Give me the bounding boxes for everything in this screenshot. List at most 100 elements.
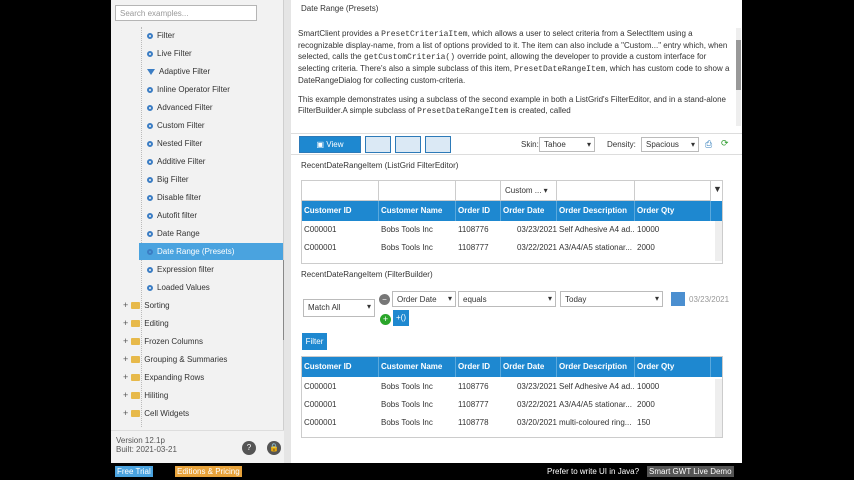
table-cell: The Finance Shop bbox=[379, 432, 456, 437]
sidebar-folder[interactable]: + Sorting bbox=[123, 297, 170, 314]
expand-icon[interactable]: + bbox=[123, 336, 128, 346]
date-hint: 03/23/2021 bbox=[689, 295, 730, 304]
splitter[interactable] bbox=[284, 0, 291, 463]
ds-source-tab[interactable] bbox=[395, 136, 421, 153]
grid-scrollbar[interactable] bbox=[715, 379, 722, 437]
filter-icon bbox=[147, 68, 155, 75]
sidebar-item[interactable]: Inline Operator Filter bbox=[147, 81, 230, 98]
example-icon bbox=[147, 266, 153, 273]
expand-icon[interactable]: + bbox=[123, 318, 128, 328]
operator-select[interactable]: equals bbox=[458, 291, 556, 307]
expand-icon[interactable]: + bbox=[123, 372, 128, 382]
sidebar-item[interactable]: Loaded Values bbox=[147, 279, 210, 296]
expand-icon[interactable]: + bbox=[123, 390, 128, 400]
table-cell: 1108776 bbox=[458, 225, 489, 234]
search-input[interactable]: Search examples... bbox=[115, 5, 257, 21]
table-cell: Bobs Tools Inc bbox=[381, 243, 433, 252]
smart-gwt-link[interactable]: Smart GWT Live Demo bbox=[647, 466, 734, 477]
filter-editor-grid: Custom ... ▾ ▼ Customer ID Customer Name O… bbox=[301, 180, 723, 264]
table-cell: Self Adhesive A4 ad... bbox=[559, 382, 635, 391]
example-icon bbox=[147, 230, 153, 237]
sidebar-item[interactable]: Date Range (Presets) bbox=[139, 243, 283, 260]
sidebar-folder[interactable]: +Header Components bbox=[123, 423, 218, 427]
description-scroll-thumb[interactable] bbox=[736, 40, 741, 90]
sidebar-item[interactable]: Autofit filter bbox=[147, 207, 197, 224]
sidebar-folder[interactable]: + Expanding Rows bbox=[123, 369, 204, 386]
description-scrollbar[interactable] bbox=[736, 28, 741, 126]
grid-scrollbar[interactable] bbox=[715, 221, 722, 261]
table-row[interactable]: C000001 Bobs Tools Inc 1108776 03/23/2021 Se… bbox=[302, 378, 722, 396]
sidebar-item[interactable]: Nested Filter bbox=[147, 135, 202, 152]
table-cell: C000001 bbox=[304, 243, 337, 252]
skin-select[interactable]: Tahoe bbox=[539, 137, 595, 152]
table-row[interactable]: C000001 Bobs Tools Inc 1108777 03/22/2021 A3… bbox=[302, 396, 722, 414]
table-row[interactable]: C000001 Bobs Tools Inc 1108778 03/20/2021 mu… bbox=[302, 414, 722, 432]
table-cell: 03/23/2021 bbox=[516, 382, 557, 391]
sidebar-item[interactable]: Disable filter bbox=[147, 189, 201, 206]
table-cell: C000001 bbox=[304, 418, 337, 427]
sidebar-item-label: Disable filter bbox=[157, 193, 202, 202]
table-row[interactable]: C000001 Bobs Tools Inc 1108777 03/22/2021 A3… bbox=[302, 239, 722, 257]
example-icon bbox=[147, 50, 153, 57]
table-cell: A3/A4/A5 stationar... bbox=[559, 400, 632, 409]
sidebar-item[interactable]: Date Range bbox=[147, 225, 200, 242]
refresh-icon[interactable]: ⟳ bbox=[721, 138, 729, 149]
data-source-tab[interactable] bbox=[425, 136, 451, 153]
expand-icon[interactable]: + bbox=[123, 426, 128, 427]
match-select[interactable]: Match All bbox=[303, 299, 375, 317]
sidebar-item-label: Expression filter bbox=[157, 265, 214, 274]
sidebar-item[interactable]: Expression filter bbox=[147, 261, 214, 278]
sidebar-item-label: Filter bbox=[157, 31, 175, 40]
add-clause-icon[interactable]: + bbox=[380, 314, 391, 325]
table-cell: 03/13/2021 bbox=[501, 432, 557, 437]
prefer-java-text: Prefer to write UI in Java? bbox=[547, 467, 640, 476]
sidebar-item-label: Autofit filter bbox=[157, 211, 198, 220]
section-filterbuilder-title: RecentDateRangeItem (FilterBuilder) bbox=[301, 270, 433, 279]
calendar-icon[interactable] bbox=[671, 292, 685, 306]
sidebar-folder[interactable]: + Hiliting bbox=[123, 387, 168, 404]
remove-clause-icon[interactable]: − bbox=[379, 294, 390, 305]
sidebar-folder[interactable]: + Cell Widgets bbox=[123, 405, 189, 422]
sidebar-item-label: Nested Filter bbox=[157, 139, 203, 148]
value-select[interactable]: Today bbox=[560, 291, 663, 307]
sidebar-item[interactable]: Advanced Filter bbox=[147, 99, 213, 116]
sidebar-item[interactable]: Custom Filter bbox=[147, 117, 205, 134]
expand-icon[interactable]: + bbox=[123, 408, 128, 418]
help-button[interactable]: ? bbox=[242, 441, 256, 455]
table-row[interactable]: C000002The Finance Shop110877903/13/2021… bbox=[302, 432, 722, 437]
sidebar-item[interactable]: Adaptive Filter bbox=[147, 63, 210, 80]
sidebar-item[interactable]: Additive Filter bbox=[147, 153, 205, 170]
js-source-tab[interactable] bbox=[365, 136, 391, 153]
lock-button[interactable]: 🔒 bbox=[267, 441, 281, 455]
sidebar-folder[interactable]: + Grouping & Summaries bbox=[123, 351, 227, 368]
sidebar-item-label: Date Range (Presets) bbox=[157, 247, 235, 256]
table-cell: C000001 bbox=[304, 382, 337, 391]
sidebar-item[interactable]: Live Filter bbox=[147, 45, 192, 62]
view-tab[interactable]: ▣ View bbox=[299, 136, 361, 153]
sidebar-item[interactable]: Filter bbox=[147, 27, 175, 44]
sidebar-folder[interactable]: + Editing bbox=[123, 315, 169, 332]
field-select[interactable]: Order Date bbox=[392, 291, 456, 307]
print-icon[interactable]: ⎙ bbox=[705, 139, 712, 150]
table-cell: A3/A4/A5 stationar... bbox=[559, 243, 632, 252]
table-cell: Self Adhesive A4 ad... bbox=[559, 225, 635, 234]
sidebar-item-label: Inline Operator Filter bbox=[157, 85, 230, 94]
expand-icon[interactable]: + bbox=[123, 300, 128, 310]
sidebar-item[interactable]: Big Filter bbox=[147, 171, 189, 188]
table-cell: 2000 bbox=[637, 243, 655, 252]
sidebar-folder[interactable]: + Frozen Columns bbox=[123, 333, 203, 350]
folder-icon bbox=[131, 320, 141, 328]
table-cell: 1108777 bbox=[458, 400, 489, 409]
expand-icon[interactable]: + bbox=[123, 354, 128, 364]
table-row[interactable]: C000001 Bobs Tools Inc 1108776 03/23/2021 Se… bbox=[302, 221, 722, 239]
example-icon bbox=[147, 158, 153, 165]
filter-button[interactable]: Filter bbox=[302, 333, 327, 350]
table-cell: 5 X standard black... bbox=[557, 432, 635, 437]
table-cell: C000001 bbox=[304, 225, 337, 234]
example-icon bbox=[147, 32, 153, 39]
add-subclause-button[interactable]: +() bbox=[393, 310, 409, 326]
example-tree: Filter Live Filter Adaptive Filter Inline O… bbox=[111, 27, 283, 427]
free-trial-link[interactable]: Free Trial bbox=[115, 466, 153, 477]
density-select[interactable]: Spacious bbox=[641, 137, 699, 152]
editions-link[interactable]: Editions & Pricing bbox=[175, 466, 242, 477]
